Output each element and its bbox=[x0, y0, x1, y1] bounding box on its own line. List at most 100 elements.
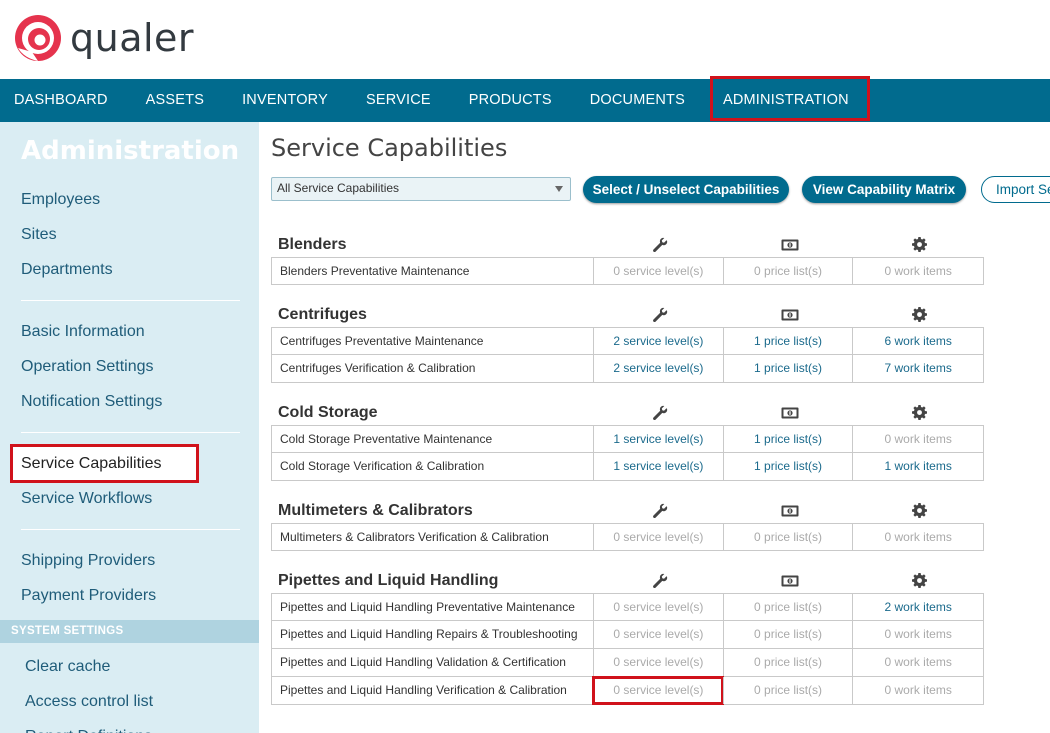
wrench-icon bbox=[652, 307, 668, 323]
wrench-icon bbox=[652, 237, 668, 253]
work-items-link: 0 work items bbox=[852, 649, 983, 676]
capability-name: Centrifuges Preventative Maintenance bbox=[280, 334, 484, 348]
select-unselect-capabilities-button[interactable]: Select / Unselect Capabilities bbox=[583, 176, 789, 203]
capability-name: Pipettes and Liquid Handling Validation … bbox=[280, 655, 566, 669]
service-levels-link[interactable]: 2 service level(s) bbox=[593, 355, 723, 382]
capability-group-name: Cold Storage bbox=[278, 404, 378, 421]
sidebar-item-departments[interactable]: Departments bbox=[0, 252, 259, 287]
price-lists-link[interactable]: 1 price list(s) bbox=[722, 355, 853, 382]
price-list-icon bbox=[781, 308, 799, 324]
gear-icon bbox=[912, 405, 928, 421]
capability-name: Cold Storage Verification & Calibration bbox=[280, 459, 485, 473]
sidebar-divider bbox=[21, 432, 240, 433]
sidebar-item-basic-information[interactable]: Basic Information bbox=[0, 314, 259, 349]
caret-down-icon bbox=[555, 186, 563, 192]
wrench-icon bbox=[652, 405, 668, 421]
capability-group: Pipettes and Liquid Handling Pipettes and… bbox=[271, 563, 984, 705]
capability-group-header: Cold Storage bbox=[271, 395, 984, 425]
capability-group-header: Centrifuges bbox=[271, 297, 984, 327]
sidebar-item-payment-providers[interactable]: Payment Providers bbox=[0, 578, 259, 613]
gear-icon bbox=[912, 503, 928, 519]
sidebar-item-report-definitions[interactable]: Report Definitions bbox=[0, 719, 259, 733]
work-items-link[interactable]: 1 work items bbox=[852, 453, 983, 480]
gear-icon bbox=[912, 307, 928, 323]
service-levels-link[interactable]: 1 service level(s) bbox=[593, 453, 723, 480]
work-items-link: 0 work items bbox=[852, 426, 983, 452]
table-row: Pipettes and Liquid Handling Preventativ… bbox=[271, 593, 984, 621]
service-levels-link: 0 service level(s) bbox=[593, 594, 723, 620]
capability-group-header: Pipettes and Liquid Handling bbox=[271, 563, 984, 593]
nav-service[interactable]: SERVICE bbox=[347, 79, 450, 122]
main-content: Service Capabilities All Service Capabil… bbox=[259, 122, 1050, 733]
price-lists-link[interactable]: 1 price list(s) bbox=[722, 453, 853, 480]
table-row: Pipettes and Liquid Handling Validation … bbox=[271, 649, 984, 677]
price-lists-link: 0 price list(s) bbox=[722, 677, 853, 704]
view-capability-matrix-button[interactable]: View Capability Matrix bbox=[802, 176, 966, 203]
capability-group-name: Pipettes and Liquid Handling bbox=[278, 572, 499, 589]
top-nav: DASHBOARD ASSETS INVENTORY SERVICE PRODU… bbox=[0, 76, 1050, 122]
capability-group: Cold Storage Cold Storage Preventative Ma… bbox=[271, 395, 984, 481]
capability-group: Multimeters & Calibrators Multimeters & C… bbox=[271, 493, 984, 551]
work-items-link[interactable]: 7 work items bbox=[852, 355, 983, 382]
price-list-icon bbox=[781, 238, 799, 254]
price-lists-link[interactable]: 1 price list(s) bbox=[722, 426, 853, 452]
sidebar-item-shipping-providers[interactable]: Shipping Providers bbox=[0, 543, 259, 578]
table-row: Pipettes and Liquid Handling Verificatio… bbox=[271, 676, 984, 705]
nav-dashboard[interactable]: DASHBOARD bbox=[0, 79, 127, 122]
capability-name: Pipettes and Liquid Handling Preventativ… bbox=[280, 600, 575, 614]
price-list-icon bbox=[781, 574, 799, 590]
sidebar-item-clear-cache[interactable]: Clear cache bbox=[0, 649, 259, 684]
work-items-link[interactable]: 6 work items bbox=[852, 328, 983, 354]
import-button[interactable]: Import Se bbox=[981, 176, 1050, 203]
table-row: Centrifuges Verification & Calibration 2 … bbox=[271, 355, 984, 383]
capability-filter-value: All Service Capabilities bbox=[277, 181, 400, 195]
work-items-link[interactable]: 2 work items bbox=[852, 594, 983, 620]
capability-filter-select[interactable]: All Service Capabilities bbox=[271, 177, 571, 201]
work-items-link: 0 work items bbox=[852, 258, 983, 284]
sidebar-item-access-control-list[interactable]: Access control list bbox=[0, 684, 259, 719]
price-lists-link: 0 price list(s) bbox=[722, 594, 853, 620]
qualer-logo-icon bbox=[15, 15, 61, 61]
capability-group-header: Blenders bbox=[271, 227, 984, 257]
work-items-link: 0 work items bbox=[852, 677, 983, 704]
price-list-icon bbox=[781, 504, 799, 520]
nav-inventory[interactable]: INVENTORY bbox=[223, 79, 347, 122]
service-levels-link[interactable]: 0 service level(s) bbox=[592, 676, 724, 705]
capability-group-name: Centrifuges bbox=[278, 306, 367, 323]
capability-group-header: Multimeters & Calibrators bbox=[271, 493, 984, 523]
sidebar-section-system-settings: SYSTEM SETTINGS bbox=[0, 620, 259, 643]
table-row: Blenders Preventative Maintenance 0 servi… bbox=[271, 257, 984, 285]
capability-name: Cold Storage Preventative Maintenance bbox=[280, 432, 493, 446]
work-items-link: 0 work items bbox=[852, 524, 983, 550]
sidebar-divider bbox=[21, 529, 240, 530]
service-levels-link: 0 service level(s) bbox=[593, 649, 723, 676]
sidebar-title: Administration bbox=[21, 136, 240, 166]
table-row: Multimeters & Calibrators Verification &… bbox=[271, 523, 984, 551]
sidebar-item-employees[interactable]: Employees bbox=[0, 182, 259, 217]
table-row: Cold Storage Preventative Maintenance 1 s… bbox=[271, 425, 984, 453]
sidebar-item-notification-settings[interactable]: Notification Settings bbox=[0, 384, 259, 419]
price-lists-link[interactable]: 1 price list(s) bbox=[722, 328, 853, 354]
table-row: Cold Storage Verification & Calibration 1… bbox=[271, 453, 984, 481]
work-items-link: 0 work items bbox=[852, 621, 983, 648]
service-levels-link[interactable]: 2 service level(s) bbox=[593, 328, 723, 354]
nav-administration[interactable]: ADMINISTRATION bbox=[709, 75, 871, 122]
service-levels-link: 0 service level(s) bbox=[593, 524, 723, 550]
page-title: Service Capabilities bbox=[271, 134, 508, 162]
nav-assets[interactable]: ASSETS bbox=[127, 79, 223, 122]
sidebar-item-service-capabilities[interactable]: Service Capabilities bbox=[10, 444, 199, 483]
capability-name: Pipettes and Liquid Handling Verificatio… bbox=[280, 683, 567, 697]
price-list-icon bbox=[781, 406, 799, 422]
capability-group: Blenders Blenders Preventative Maintenanc… bbox=[271, 227, 984, 285]
logo-text: qualer bbox=[70, 16, 195, 60]
logo[interactable]: qualer bbox=[12, 12, 194, 64]
service-levels-link[interactable]: 1 service level(s) bbox=[593, 426, 723, 452]
nav-documents[interactable]: DOCUMENTS bbox=[571, 79, 704, 122]
sidebar-item-operation-settings[interactable]: Operation Settings bbox=[0, 349, 259, 384]
wrench-icon bbox=[652, 503, 668, 519]
sidebar-item-sites[interactable]: Sites bbox=[0, 217, 259, 252]
sidebar-item-service-workflows[interactable]: Service Workflows bbox=[0, 481, 259, 516]
price-lists-link: 0 price list(s) bbox=[722, 258, 853, 284]
capability-name: Blenders Preventative Maintenance bbox=[280, 264, 470, 278]
nav-products[interactable]: PRODUCTS bbox=[450, 79, 571, 122]
